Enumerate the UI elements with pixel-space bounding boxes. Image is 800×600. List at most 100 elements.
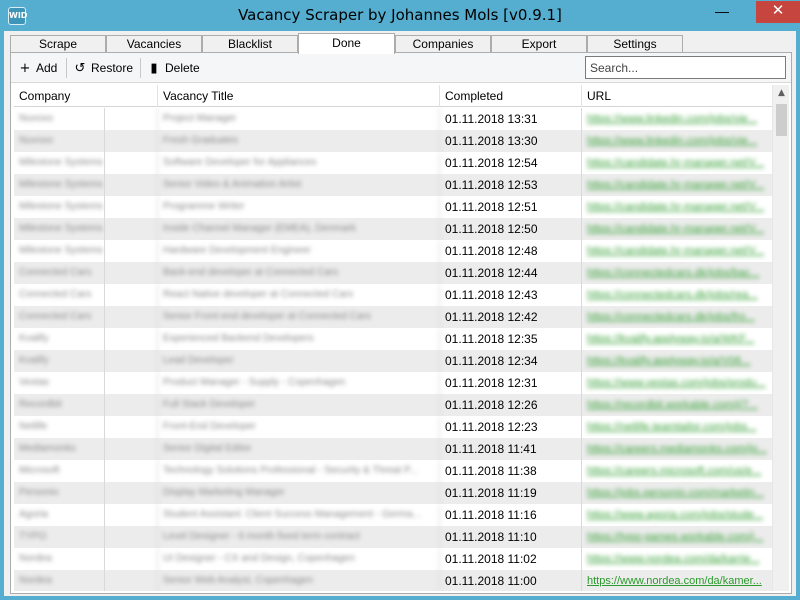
table-row[interactable]: Nordea Senior Web Analyst, Copenhagen 01.1… <box>14 570 772 591</box>
tab-settings[interactable]: Settings <box>587 35 683 53</box>
tab-blacklist[interactable]: Blacklist <box>202 35 298 53</box>
column-header-company[interactable]: Company <box>14 85 158 107</box>
cell-url[interactable]: https://kvalify.applyway.io/a/V06... <box>582 350 772 372</box>
restore-button-label: Restore <box>91 61 134 75</box>
cell-url[interactable]: https://www.vestas.com/jobs/produ... <box>582 372 772 394</box>
cell-url[interactable]: https://candidate.hr-manager.net/V... <box>582 240 772 262</box>
window-title: Vacancy Scraper by Johannes Mols [v0.9.1… <box>238 6 562 24</box>
table-row[interactable]: Agoria Student Assistant: Client Success … <box>14 504 772 526</box>
cell-url[interactable]: https://www.agoria.com/jobs/stude... <box>582 504 772 526</box>
table-row[interactable]: Milestone Systems Hardware Development En… <box>14 240 772 262</box>
cell-completed: 01.11.2018 12:26 <box>440 394 582 416</box>
cell-company: Recordbit <box>14 394 158 416</box>
cell-url[interactable]: https://candidate.hr-manager.net/V... <box>582 196 772 218</box>
cell-url[interactable]: https://www.linkedin.com/jobs/vie... <box>582 130 772 152</box>
table-row[interactable]: Milestone Systems Inside Channel Manager … <box>14 218 772 240</box>
table-row[interactable]: Milestone Systems Programme Writer 01.11.2… <box>14 196 772 218</box>
cell-completed: 01.11.2018 12:50 <box>440 218 582 240</box>
company-subcolumn-divider <box>104 570 105 591</box>
scroll-up-icon[interactable]: ▲ <box>773 85 789 102</box>
company-subcolumn-divider <box>104 438 105 460</box>
cell-url[interactable]: https://www.nordea.com/da/karrie... <box>582 548 772 570</box>
cell-vacancy-title: Programme Writer <box>158 196 440 218</box>
table-row[interactable]: Connected Cars Back-end developer at Conn… <box>14 262 772 284</box>
table-row[interactable]: Milestone Systems Senior Video & Animatio… <box>14 174 772 196</box>
cell-company: Connected Cars <box>14 262 158 284</box>
cell-vacancy-title: Software Developer for Appliances <box>158 152 440 174</box>
toolbar-separator <box>66 58 67 78</box>
cell-company: Nuvoxo <box>14 130 158 152</box>
cell-company: Kvalify <box>14 328 158 350</box>
cell-url[interactable]: https://candidate.hr-manager.net/V... <box>582 174 772 196</box>
cell-url[interactable]: https://candidate.hr-manager.net/V... <box>582 218 772 240</box>
table-row[interactable]: Mediamonks Senior Digital Editor 01.11.201… <box>14 438 772 460</box>
title-bar[interactable]: WID Vacancy Scraper by Johannes Mols [v0… <box>0 0 800 31</box>
table-row[interactable]: Kvalify Lead Developer 01.11.2018 12:34 htt… <box>14 350 772 372</box>
cell-url[interactable]: https://www.linkedin.com/jobs/vie... <box>582 108 772 130</box>
cell-url[interactable]: https://recordbit.workable.com/j/7... <box>582 394 772 416</box>
column-header-completed[interactable]: Completed <box>440 85 582 107</box>
table-row[interactable]: Vestas Product Manager - Supply - Copenha… <box>14 372 772 394</box>
tab-export[interactable]: Export <box>491 35 587 53</box>
tab-done[interactable]: Done <box>298 33 395 54</box>
tab-scrape[interactable]: Scrape <box>10 35 106 53</box>
cell-completed: 01.11.2018 11:16 <box>440 504 582 526</box>
table-row[interactable]: Nuvoxo Fresh Graduates 01.11.2018 13:30 htt… <box>14 130 772 152</box>
cell-vacancy-title: Experienced Backend Developers <box>158 328 440 350</box>
cell-company: Nuvoxo <box>14 108 158 130</box>
company-subcolumn-divider <box>104 350 105 372</box>
cell-vacancy-title: Lead Developer <box>158 350 440 372</box>
table-row[interactable]: Connected Cars Senior Front-end developer… <box>14 306 772 328</box>
column-header-vacancy-title[interactable]: Vacancy Title <box>158 85 440 107</box>
done-vacancies-table: Company Vacancy Title Completed URL Nuvo… <box>14 85 789 591</box>
cell-url[interactable]: https://connectedcars.dk/jobs/rea... <box>582 284 772 306</box>
table-row[interactable]: Netlife Front-End Developer 01.11.2018 12:… <box>14 416 772 438</box>
cell-vacancy-title: Senior Digital Editor <box>158 438 440 460</box>
table-row[interactable]: Kvalify Experienced Backend Developers 01.… <box>14 328 772 350</box>
cell-vacancy-title: Technology Solutions Professional - Secu… <box>158 460 440 482</box>
cell-url[interactable]: https://candidate.hr-manager.net/V... <box>582 152 772 174</box>
cell-url[interactable]: https://connectedcars.dk/jobs/fro... <box>582 306 772 328</box>
company-subcolumn-divider <box>104 284 105 306</box>
add-button[interactable]: + Add <box>15 57 63 79</box>
cell-company: Milestone Systems <box>14 174 158 196</box>
delete-button[interactable]: ▮ Delete <box>144 57 204 79</box>
cell-url[interactable]: https://www.nordea.com/da/kamer... <box>582 570 772 591</box>
tab-companies[interactable]: Companies <box>395 35 491 53</box>
tab-vacancies[interactable]: Vacancies <box>106 35 202 53</box>
table-row[interactable]: Nuvoxo Project Manager 01.11.2018 13:31 htt… <box>14 108 772 130</box>
table-row[interactable]: Milestone Systems Software Developer for … <box>14 152 772 174</box>
cell-company: Agoria <box>14 504 158 526</box>
cell-url[interactable]: https://connectedcars.dk/jobs/bac... <box>582 262 772 284</box>
cell-url[interactable]: https://typo-games.workable.com/j... <box>582 526 772 548</box>
restore-button[interactable]: ↺ Restore <box>70 57 138 79</box>
cell-vacancy-title: Senior Video & Animation Artist <box>158 174 440 196</box>
cell-completed: 01.11.2018 11:02 <box>440 548 582 570</box>
cell-url[interactable]: https://careers.microsoft.com/us/e... <box>582 460 772 482</box>
cell-url[interactable]: https://jobs.personio.com/marketin... <box>582 482 772 504</box>
table-row[interactable]: TYPO Level Designer - 6 month fixed term … <box>14 526 772 548</box>
cell-completed: 01.11.2018 13:31 <box>440 108 582 130</box>
table-row[interactable]: Connected Cars React Native developer at … <box>14 284 772 306</box>
cell-completed: 01.11.2018 11:41 <box>440 438 582 460</box>
cell-url[interactable]: https://netlife.teamtailor.com/jobs... <box>582 416 772 438</box>
cell-vacancy-title: Inside Channel Manager (EMEA), Denmark <box>158 218 440 240</box>
cell-company: TYPO <box>14 526 158 548</box>
table-row[interactable]: Personio Display Marketing Manager 01.11.2… <box>14 482 772 504</box>
close-button[interactable]: ✕ <box>756 1 800 23</box>
column-header-url[interactable]: URL <box>582 85 772 107</box>
minimize-button[interactable]: — <box>708 1 736 23</box>
table-row[interactable]: Recordbit Full Stack Developer 01.11.2018 … <box>14 394 772 416</box>
table-row[interactable]: Microsoft Technology Solutions Profession… <box>14 460 772 482</box>
table-row[interactable]: Nordea UI Designer - CX and Design, Copen… <box>14 548 772 570</box>
cell-url[interactable]: https://careers.mediamonks.com/jo... <box>582 438 772 460</box>
cell-completed: 01.11.2018 12:35 <box>440 328 582 350</box>
company-subcolumn-divider <box>104 328 105 350</box>
scrollbar-thumb[interactable] <box>776 104 787 136</box>
cell-completed: 01.11.2018 12:34 <box>440 350 582 372</box>
restore-icon: ↺ <box>74 61 86 76</box>
search-input[interactable] <box>585 56 786 79</box>
cell-url[interactable]: https://kvalify.applyway.io/a/WKF... <box>582 328 772 350</box>
trash-icon: ▮ <box>150 61 158 76</box>
vertical-scrollbar[interactable]: ▲ <box>772 85 789 591</box>
